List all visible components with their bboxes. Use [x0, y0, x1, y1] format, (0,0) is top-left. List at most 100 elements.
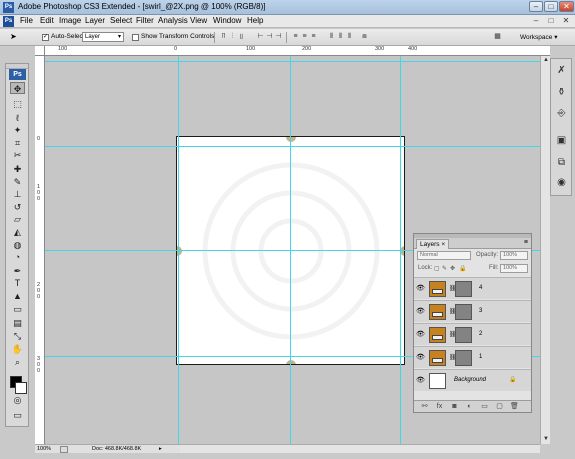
path-selection-tool[interactable]: ▲	[10, 290, 25, 302]
auto-select-checkbox[interactable]: ✓	[42, 34, 49, 41]
shape-tool[interactable]: ▭	[10, 303, 25, 315]
visibility-eye-icon[interactable]: 👁	[416, 374, 425, 387]
visibility-eye-icon[interactable]: 👁	[416, 305, 425, 318]
guide-horizontal[interactable]	[45, 146, 550, 147]
distribute-top-icon[interactable]: ≡	[291, 33, 300, 41]
scroll-down-icon[interactable]: ▼	[541, 435, 551, 444]
visibility-eye-icon[interactable]: 👁	[416, 351, 425, 364]
link-chain-icon[interactable]: ⛓	[449, 308, 457, 316]
maximize-button[interactable]: □	[544, 1, 558, 12]
crop-tool[interactable]: ⌗	[10, 137, 25, 149]
layer-thumbnail[interactable]	[429, 327, 446, 343]
menu-select[interactable]: Select	[110, 16, 132, 25]
close-button[interactable]: ✕	[559, 1, 574, 12]
doc-minimize-button[interactable]: –	[531, 16, 541, 26]
menu-filter[interactable]: Filter	[136, 16, 154, 25]
link-chain-icon[interactable]: ⛓	[449, 354, 457, 362]
align-hcenter-icon[interactable]: ⊣	[265, 33, 274, 41]
type-tool[interactable]: T	[10, 277, 25, 289]
lock-image-icon[interactable]: ✎	[442, 265, 447, 272]
menu-window[interactable]: Window	[213, 16, 241, 25]
lasso-tool[interactable]: ℓ	[10, 112, 25, 124]
history-brush-tool[interactable]: ↺	[10, 201, 25, 213]
blend-mode-select[interactable]: Normal	[417, 251, 471, 260]
distribute-left-icon[interactable]: ⦀	[327, 33, 336, 41]
align-bottom-icon[interactable]: ⫫	[237, 33, 246, 41]
healing-brush-tool[interactable]: ✚	[10, 163, 25, 175]
screen-mode-icon[interactable]: ▭	[10, 409, 25, 421]
background-color-swatch[interactable]	[15, 382, 27, 394]
quick-mask-icon[interactable]: ◎	[10, 394, 25, 406]
tab-layers[interactable]: Layers ×	[416, 239, 450, 249]
lock-position-icon[interactable]: ✥	[450, 265, 455, 272]
auto-align-icon[interactable]: ⧈	[360, 33, 369, 41]
layer-mask-thumbnail[interactable]	[455, 350, 472, 366]
ruler-origin[interactable]	[35, 46, 45, 56]
layer-mask-thumbnail[interactable]	[455, 304, 472, 320]
eyedropper-tool[interactable]: ⤡	[10, 330, 25, 342]
vertical-scrollbar[interactable]: ▲ ▼	[540, 56, 550, 444]
guide-vertical[interactable]	[178, 56, 179, 444]
fill-input[interactable]: 100%	[500, 264, 528, 273]
panel-menu-icon[interactable]: ≡	[524, 239, 528, 246]
menu-edit[interactable]: Edit	[40, 16, 54, 25]
brushes-icon[interactable]: ⚱	[554, 86, 569, 100]
layer-thumbnail[interactable]	[429, 281, 446, 297]
layer-row[interactable]: 👁 ⛓ 4	[414, 277, 531, 299]
vertical-ruler[interactable]: 0 1 0 0 2 0 0 3 0 0	[35, 56, 45, 444]
lock-transparency-icon[interactable]: ▢	[434, 265, 440, 272]
distribute-right-icon[interactable]: ⦀	[345, 33, 354, 41]
layer-row[interactable]: 👁 ⛓ 1	[414, 346, 531, 368]
blur-tool[interactable]: ◍	[10, 239, 25, 251]
menu-analysis[interactable]: Analysis	[158, 16, 188, 25]
tool-presets-icon[interactable]: ✗	[554, 64, 569, 78]
paint-bucket-tool[interactable]: ◭	[10, 226, 25, 238]
align-left-icon[interactable]: ⊢	[256, 33, 265, 41]
link-layers-icon[interactable]: ⚯	[420, 403, 429, 411]
clone-stamp-tool[interactable]: ⊥	[10, 188, 25, 200]
eraser-tool[interactable]: ▱	[10, 213, 25, 225]
layer-mask-thumbnail[interactable]	[455, 281, 472, 297]
opacity-input[interactable]: 100%	[500, 251, 528, 260]
dodge-tool[interactable]: ◔	[10, 251, 25, 263]
workspace-icon[interactable]: ▦	[493, 33, 502, 41]
doc-close-button[interactable]: ✕	[561, 16, 571, 26]
clone-source-icon[interactable]: ⎆	[554, 107, 569, 121]
align-right-icon[interactable]: ⊣	[274, 33, 283, 41]
menu-layer[interactable]: Layer	[85, 16, 105, 25]
layer-row[interactable]: 👁 ⛓ 3	[414, 300, 531, 322]
status-menu-arrow-icon[interactable]: ▸	[159, 445, 162, 454]
doc-restore-button[interactable]: □	[546, 16, 556, 26]
layer-thumbnail[interactable]	[429, 373, 446, 389]
group-icon[interactable]: ▭	[480, 403, 489, 411]
link-chain-icon[interactable]: ⛓	[449, 285, 457, 293]
horizontal-ruler[interactable]: 100 0 100 200 300 400	[35, 46, 550, 56]
visibility-eye-icon[interactable]: 👁	[416, 282, 425, 295]
navigator-icon[interactable]: ◉	[554, 176, 569, 190]
layer-mask-thumbnail[interactable]	[455, 327, 472, 343]
add-mask-icon[interactable]: ◙	[450, 403, 459, 411]
show-transform-checkbox[interactable]	[132, 34, 139, 41]
distribute-vcenter-icon[interactable]: ≡	[300, 33, 309, 41]
guide-horizontal[interactable]	[45, 61, 550, 62]
slice-tool[interactable]: ✂	[10, 149, 25, 161]
move-tool[interactable]: ✥	[10, 82, 25, 94]
menu-file[interactable]: File	[20, 16, 33, 25]
align-top-icon[interactable]: ⫪	[219, 33, 228, 41]
lock-all-icon[interactable]: 🔒	[459, 265, 466, 272]
layer-thumbnail[interactable]	[429, 304, 446, 320]
align-vcenter-icon[interactable]: ⫶	[228, 33, 237, 41]
layer-row[interactable]: 👁 ⛓ 2	[414, 323, 531, 345]
tool-preset-picker[interactable]: ➤	[10, 32, 30, 43]
status-icon[interactable]	[60, 446, 68, 453]
horizontal-scrollbar[interactable]	[180, 444, 540, 453]
hand-tool[interactable]: ✋	[10, 343, 25, 355]
workspace-button[interactable]: Workspace ▾	[520, 32, 557, 43]
zoom-tool[interactable]: ⌕	[10, 356, 25, 368]
ps-logo-icon[interactable]: Ps	[3, 16, 14, 27]
trash-icon[interactable]: 🗑	[510, 403, 519, 411]
actions-icon[interactable]: ⧉	[554, 156, 569, 170]
distribute-hcenter-icon[interactable]: ⦀	[336, 33, 345, 41]
history-icon[interactable]: ▣	[554, 134, 569, 148]
menu-view[interactable]: View	[190, 16, 207, 25]
